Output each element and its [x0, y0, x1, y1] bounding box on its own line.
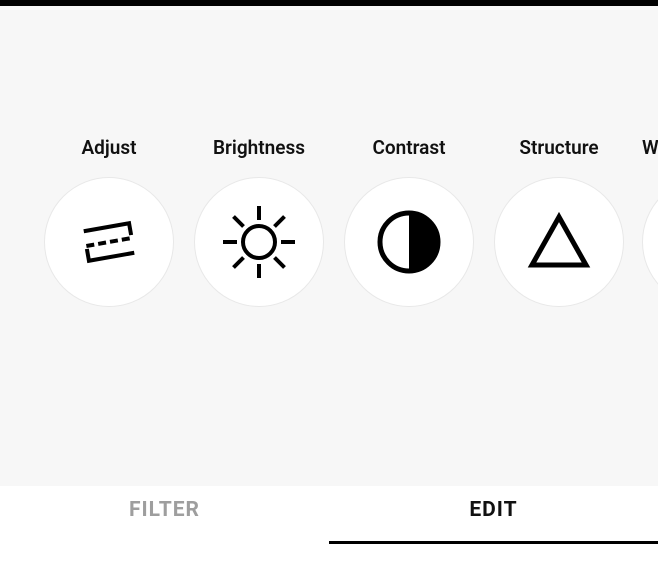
- tab-filter[interactable]: FILTER: [0, 478, 329, 542]
- tab-edit[interactable]: EDIT: [329, 478, 658, 542]
- brightness-icon: [217, 200, 301, 284]
- structure-icon: [524, 207, 594, 277]
- tool-label: Brightness: [213, 136, 305, 159]
- tool-structure[interactable]: Structure: [484, 136, 634, 307]
- tool-brightness[interactable]: Brightness: [184, 136, 334, 307]
- tool-label: Adjust: [82, 136, 137, 159]
- tool-circle: [194, 177, 324, 307]
- tool-label: Contrast: [372, 136, 445, 159]
- tools-row: Adjust Bright: [0, 136, 658, 307]
- tool-adjust[interactable]: Adjust: [34, 136, 184, 307]
- tool-circle: [344, 177, 474, 307]
- tool-circle: [44, 177, 174, 307]
- tool-warmth[interactable]: W: [634, 136, 658, 307]
- tool-circle: [642, 177, 658, 307]
- adjust-icon: [72, 205, 146, 279]
- bottom-tabs: FILTER EDIT: [0, 478, 658, 542]
- contrast-icon: [376, 209, 442, 275]
- tool-label: Structure: [519, 136, 598, 159]
- tool-circle: [494, 177, 624, 307]
- edit-tools-area: Adjust Bright: [0, 6, 658, 486]
- tool-label: W: [634, 136, 658, 159]
- tool-contrast[interactable]: Contrast: [334, 136, 484, 307]
